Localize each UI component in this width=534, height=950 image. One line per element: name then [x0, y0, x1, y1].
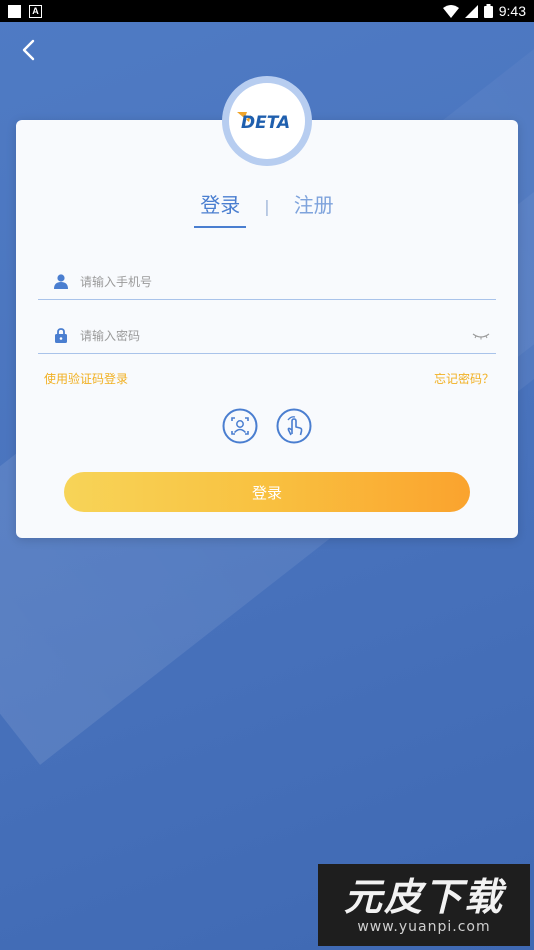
fingerprint-touch-icon[interactable] — [276, 408, 312, 444]
forgot-password-link[interactable]: 忘记密码？ — [434, 370, 494, 387]
back-button[interactable] — [14, 36, 42, 64]
auth-tabs: 登录 | 注册 — [16, 186, 518, 228]
watermark-title: 元皮下载 — [343, 875, 504, 919]
chevron-left-icon — [22, 39, 35, 61]
tab-separator: | — [264, 196, 270, 216]
watermark: 元皮下载 www.yuanpi.com — [318, 864, 530, 946]
app-logo: DETA — [222, 76, 312, 166]
notification-icon — [8, 4, 21, 18]
password-input[interactable] — [80, 328, 470, 343]
lock-icon — [52, 327, 70, 345]
auth-links: 使用验证码登录 忘记密码？ — [44, 370, 494, 387]
login-card: 登录 | 注册 请输入手机号 使用验证码登录 忘记密码？ 登录 — [16, 120, 518, 538]
sms-login-link[interactable]: 使用验证码登录 — [44, 370, 128, 387]
user-icon — [52, 273, 70, 291]
status-time: 9:43 — [498, 3, 526, 19]
login-submit-button[interactable]: 登录 — [64, 472, 470, 512]
tab-register[interactable]: 注册 — [288, 187, 340, 226]
eye-closed-icon[interactable] — [470, 329, 492, 343]
status-indicators: 9:43 — [442, 3, 526, 19]
biometric-options — [16, 408, 518, 444]
battery-icon — [483, 4, 493, 18]
status-bar: A 9:43 — [0, 0, 534, 22]
logo-text: DETA — [241, 113, 290, 132]
logo-inner: DETA — [229, 83, 305, 159]
wifi-icon — [442, 4, 459, 18]
deta-logo-mark: DETA — [237, 112, 290, 132]
tab-login[interactable]: 登录 — [194, 187, 247, 228]
signal-icon — [464, 4, 478, 18]
phone-field — [38, 264, 496, 300]
status-notifications: A — [8, 4, 42, 18]
watermark-url: www.yuanpi.com — [357, 919, 491, 935]
phone-input[interactable] — [80, 274, 496, 289]
a-notification-icon: A — [29, 4, 42, 18]
password-field — [38, 318, 496, 354]
face-id-icon[interactable] — [222, 408, 258, 444]
